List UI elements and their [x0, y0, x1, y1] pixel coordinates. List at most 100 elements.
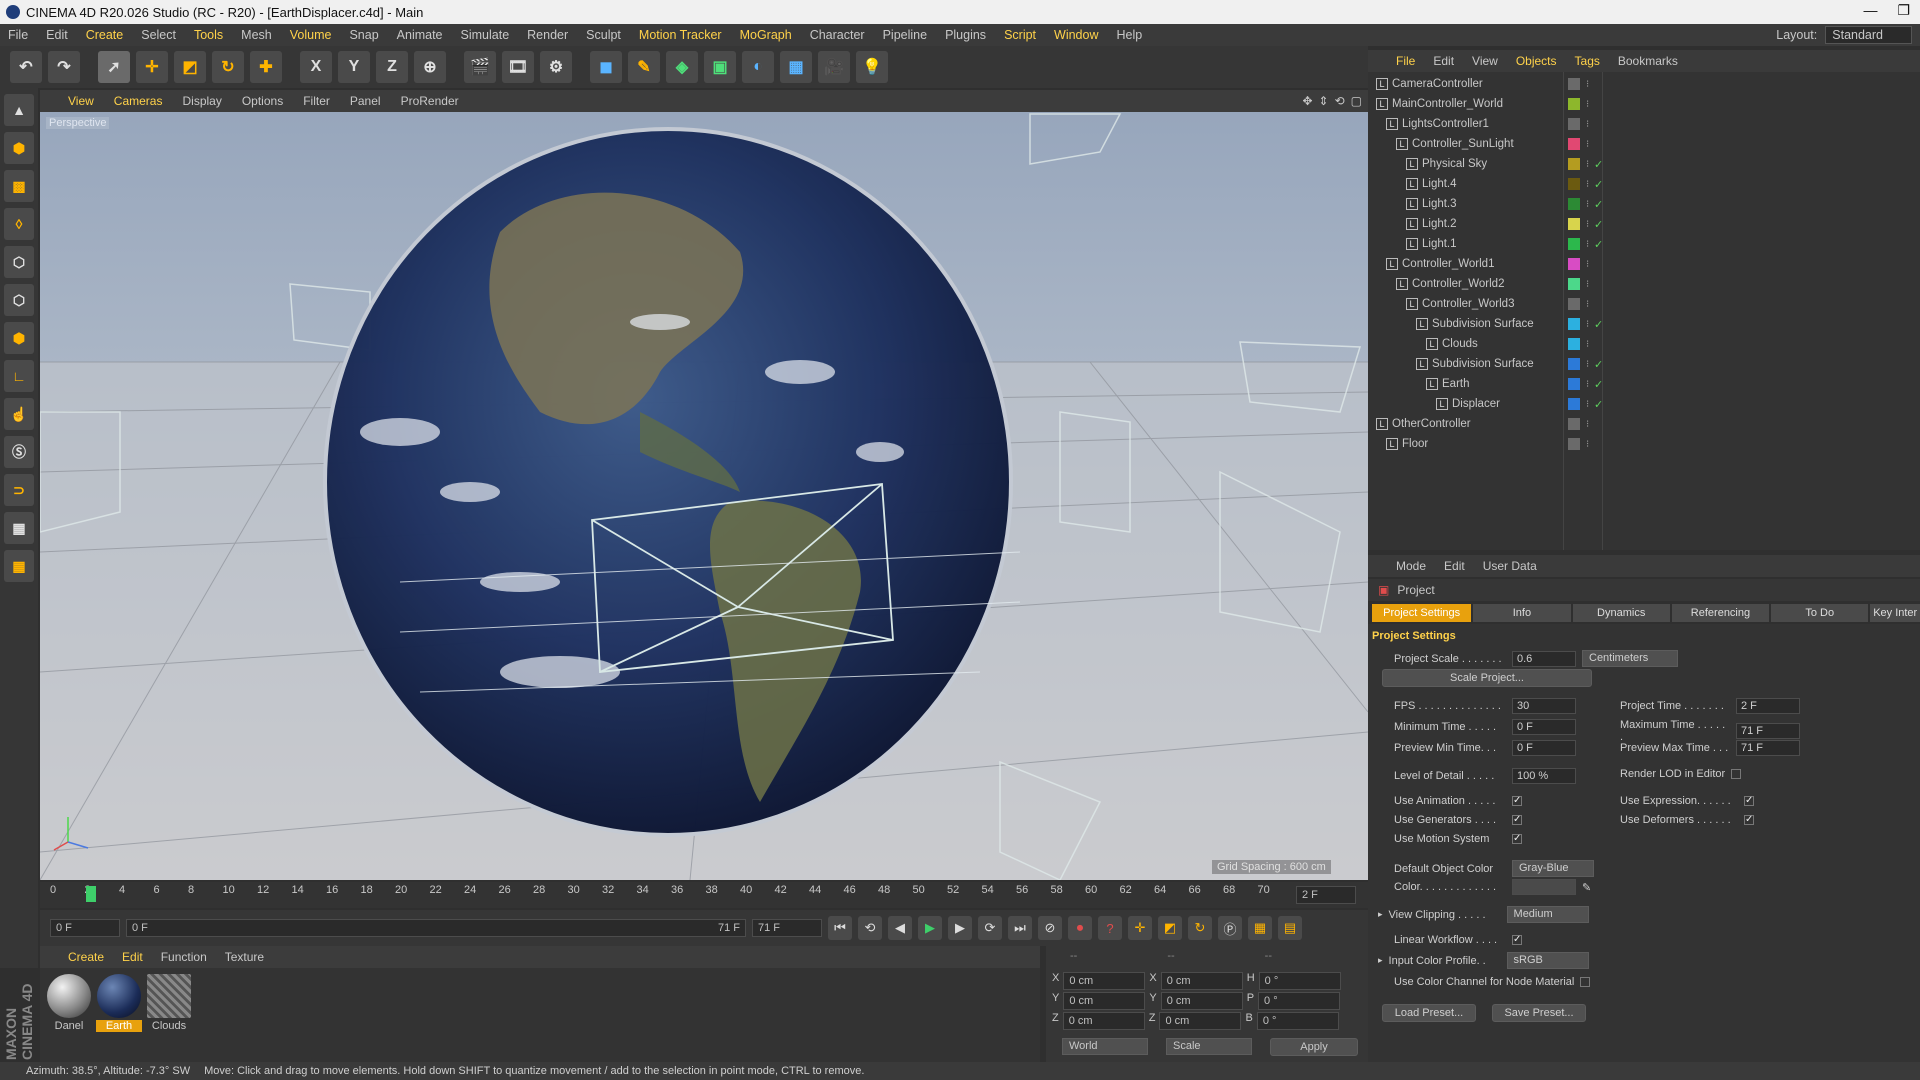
motion-record-icon[interactable]: ⊘	[1038, 916, 1062, 940]
polygons-mode-icon[interactable]: ⬢	[4, 322, 34, 354]
camera-icon[interactable]: 🎥	[818, 51, 850, 83]
start-frame-field[interactable]: 0 F	[50, 919, 120, 937]
rotate-tool-icon[interactable]: ↻	[212, 51, 244, 83]
workplane-icon[interactable]: ▦	[4, 512, 34, 544]
menu-window[interactable]: Window	[1054, 28, 1098, 42]
select-arrow-icon[interactable]: ➚	[98, 51, 130, 83]
object-label[interactable]: Floor	[1402, 438, 1428, 450]
save-preset-button[interactable]: Save Preset...	[1492, 1004, 1586, 1022]
linear-workflow-checkbox[interactable]: ✓	[1512, 935, 1522, 945]
3d-viewport[interactable]	[40, 112, 1368, 880]
use-motion-system-checkbox[interactable]: ✓	[1512, 834, 1522, 844]
menu-plugins[interactable]: Plugins	[945, 28, 986, 42]
object-color-swatch[interactable]	[1568, 198, 1580, 210]
preview-min-field[interactable]: 0 F	[1512, 740, 1576, 756]
node-material-checkbox[interactable]	[1580, 977, 1591, 987]
tab-to-do[interactable]: To Do	[1771, 604, 1869, 622]
object-row[interactable]: L Controller_World3 ⁝	[1368, 294, 1920, 314]
object-color-swatch[interactable]	[1568, 78, 1580, 90]
texture-mode-icon[interactable]: ▩	[4, 170, 34, 202]
object-row[interactable]: L OtherController ⁝	[1368, 414, 1920, 434]
view-clipping-dropdown[interactable]: Medium	[1506, 906, 1589, 923]
menu-volume[interactable]: Volume	[290, 28, 332, 42]
go-to-end-icon[interactable]: ⏭	[1008, 916, 1032, 940]
scale-project-button[interactable]: Scale Project...	[1382, 669, 1592, 687]
playhead[interactable]	[86, 886, 96, 902]
project-scale-unit-dropdown[interactable]: Centimeters	[1582, 650, 1678, 667]
deformer-icon[interactable]: ◐	[742, 51, 774, 83]
color-picker-icon[interactable]: ✎	[1582, 881, 1591, 894]
redo-icon[interactable]: ↷	[48, 51, 80, 83]
coord-system-dropdown[interactable]: World	[1062, 1038, 1148, 1055]
mat-menu-edit[interactable]: Edit	[122, 950, 143, 964]
end-frame-field[interactable]: 71 F	[752, 919, 822, 937]
vp-menu-filter[interactable]: Filter	[303, 94, 330, 108]
object-color-swatch[interactable]	[1568, 318, 1580, 330]
rotation-h-field[interactable]: 0 °	[1258, 972, 1341, 990]
snapping-icon[interactable]: ⊃	[4, 474, 34, 506]
object-color-swatch[interactable]	[1568, 338, 1580, 350]
object-label[interactable]: Controller_World2	[1412, 278, 1504, 290]
object-row[interactable]: L CameraController ⁝	[1368, 74, 1920, 94]
menu-snap[interactable]: Snap	[349, 28, 378, 42]
y-axis-lock-button[interactable]: Y	[338, 51, 370, 83]
vp-move-icon[interactable]: ✥	[1302, 94, 1312, 108]
obj-menu-edit[interactable]: Edit	[1433, 54, 1454, 68]
vp-zoom-icon[interactable]: ⇕	[1319, 94, 1329, 108]
key-rotation-icon[interactable]: ↻	[1188, 916, 1212, 940]
vp-menu-cameras[interactable]: Cameras	[114, 94, 163, 108]
move-tool-icon[interactable]: ✛	[136, 51, 168, 83]
use-animation-checkbox[interactable]: ✓	[1512, 796, 1522, 806]
maximize-button[interactable]: ❐	[1897, 2, 1910, 19]
frame-range-slider[interactable]: 0 F 71 F	[126, 919, 746, 937]
visibility-dots-icon[interactable]: ⁝	[1586, 339, 1589, 350]
object-row[interactable]: L Displacer ⁝ ✓	[1368, 394, 1920, 414]
object-color-swatch[interactable]	[1568, 298, 1580, 310]
array-generator-icon[interactable]: ▣	[704, 51, 736, 83]
vp-menu-options[interactable]: Options	[242, 94, 283, 108]
z-axis-lock-button[interactable]: Z	[376, 51, 408, 83]
menu-motion-tracker[interactable]: Motion Tracker	[639, 28, 722, 42]
menu-mesh[interactable]: Mesh	[241, 28, 272, 42]
expand-arrow-icon[interactable]: ▸	[1378, 955, 1383, 966]
edges-mode-icon[interactable]: ⬡	[4, 284, 34, 316]
visibility-dots-icon[interactable]: ⁝	[1586, 219, 1589, 230]
visibility-dots-icon[interactable]: ⁝	[1586, 379, 1589, 390]
menu-character[interactable]: Character	[810, 28, 865, 42]
vp-menu-view[interactable]: View	[68, 94, 94, 108]
object-label[interactable]: Physical Sky	[1422, 158, 1487, 170]
object-row[interactable]: L Light.2 ⁝ ✓	[1368, 214, 1920, 234]
tab-project-settings[interactable]: Project Settings	[1372, 604, 1472, 622]
menu-select[interactable]: Select	[141, 28, 176, 42]
size-x-field[interactable]: 0 cm	[1160, 972, 1243, 990]
fps-field[interactable]: 30	[1512, 698, 1576, 714]
render-lod-checkbox[interactable]	[1731, 769, 1742, 779]
locked-workplane-icon[interactable]: ▦	[4, 550, 34, 582]
attr-menu-mode[interactable]: Mode	[1396, 559, 1426, 573]
render-view-icon[interactable]: 🎬	[464, 51, 496, 83]
object-color-swatch[interactable]	[1568, 98, 1580, 110]
make-editable-icon[interactable]: ▲	[4, 94, 34, 126]
object-label[interactable]: Controller_SunLight	[1412, 138, 1514, 150]
object-row[interactable]: L Earth ⁝ ✓	[1368, 374, 1920, 394]
object-color-swatch[interactable]	[1568, 158, 1580, 170]
coord-mode-dropdown[interactable]: Scale	[1166, 1038, 1252, 1055]
obj-menu-tags[interactable]: Tags	[1575, 54, 1600, 68]
subdivision-surface-icon[interactable]: ◈	[666, 51, 698, 83]
use-deformers-checkbox[interactable]: ✓	[1744, 815, 1754, 825]
menu-pipeline[interactable]: Pipeline	[883, 28, 927, 42]
object-color-swatch[interactable]	[1568, 418, 1580, 430]
undo-icon[interactable]: ↶	[10, 51, 42, 83]
rotation-p-field[interactable]: 0 °	[1258, 992, 1341, 1010]
vp-menu-prorender[interactable]: ProRender	[401, 94, 459, 108]
object-color-swatch[interactable]	[1568, 438, 1580, 450]
object-color-swatch[interactable]	[1568, 138, 1580, 150]
position-z-field[interactable]: 0 cm	[1062, 1012, 1145, 1030]
position-x-field[interactable]: 0 cm	[1063, 972, 1146, 990]
workplane-mode-icon[interactable]: ◊	[4, 208, 34, 240]
preview-max-field[interactable]: 71 F	[1736, 740, 1800, 756]
object-row[interactable]: L Controller_SunLight ⁝	[1368, 134, 1920, 154]
level-of-detail-field[interactable]: 100 %	[1512, 768, 1576, 784]
tweak-mode-icon[interactable]: ☝	[4, 398, 34, 430]
vp-menu-panel[interactable]: Panel	[350, 94, 381, 108]
